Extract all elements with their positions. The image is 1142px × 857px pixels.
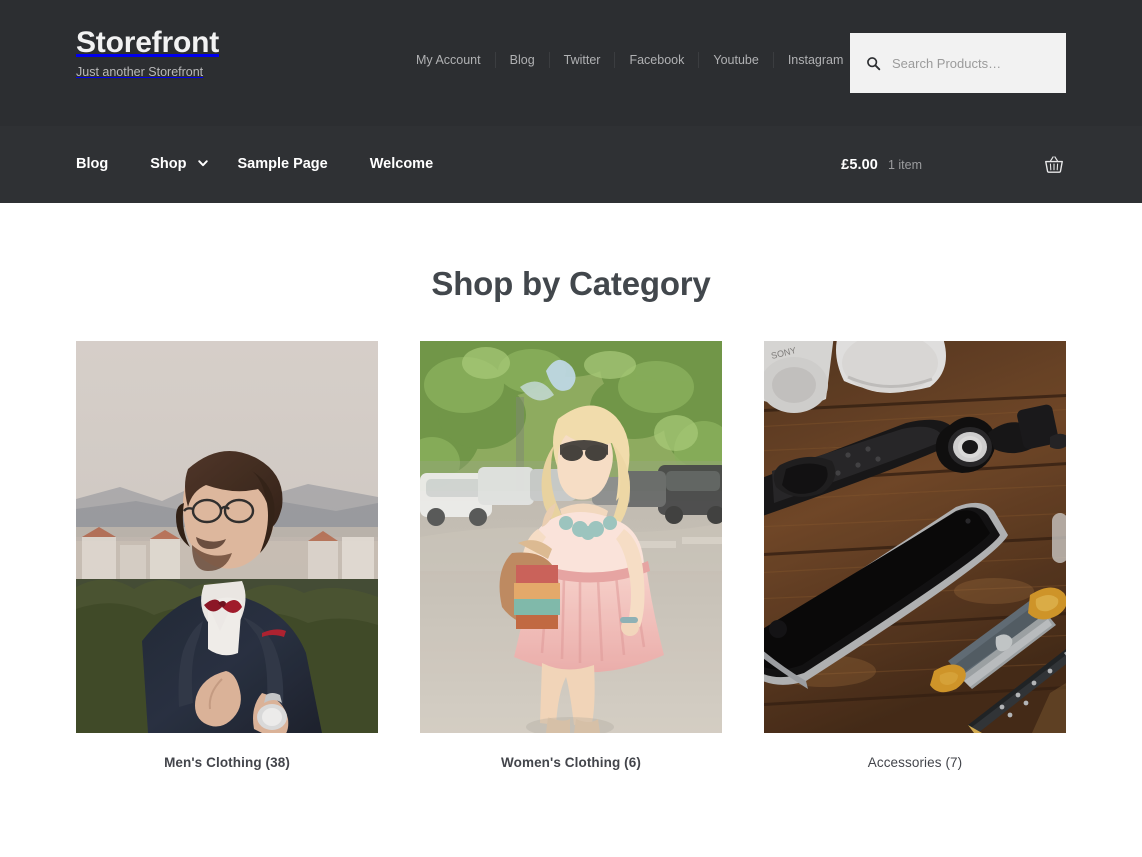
basket-icon[interactable] [1042,153,1066,177]
secondary-nav-item-blog[interactable]: Blog [494,52,549,68]
category-thumbnail-accessories: SONY [764,341,1066,733]
search-icon[interactable] [864,54,882,72]
menu-item-shop[interactable]: Shop [129,126,216,203]
secondary-nav-item-twitter[interactable]: Twitter [548,52,615,68]
page-title: Shop by Category [431,265,711,302]
secondary-navigation: My Account Blog Twitter Facebook Youtube… [416,52,857,68]
menu-link-sample-page[interactable]: Sample Page [216,126,348,203]
category-card-womens-clothing[interactable]: Women's Clothing (6) [420,341,722,770]
category-title-womens-clothing: Women's Clothing (6) [501,755,641,770]
site-branding[interactable]: Storefront Just another Storefront [76,26,219,79]
category-title-accessories: Accessories (7) [867,755,963,770]
cart-amount: £5.00 [841,156,878,173]
category-card-accessories[interactable]: SONY Accessories (7) [764,341,1066,770]
search-input[interactable] [888,55,1072,71]
menu-item-sample-page[interactable]: Sample Page [216,126,348,203]
site-tagline: Just another Storefront [76,64,204,79]
secondary-nav-item-my-account[interactable]: My Account [416,52,495,68]
site-title: Storefront [76,26,219,59]
cart-item-count: 1 item [887,157,922,172]
primary-menu: Blog Shop Sample Page Welcome [76,126,454,203]
category-title-mens-clothing: Men's Clothing (38) [164,755,290,770]
product-category-grid: Men's Clothing (38) Women's Clothing (6)… [76,341,1066,770]
site-header: Storefront Just another Storefront My Ac… [0,0,1142,126]
menu-link-welcome[interactable]: Welcome [349,126,454,203]
category-thumbnail-mens-clothing [76,341,378,733]
main-content: Shop by Category Men's Clothing (38) Wom… [0,203,1142,770]
menu-link-blog[interactable]: Blog [76,126,129,203]
cart-contents[interactable]: £5.00 1 item [841,126,1066,203]
category-thumbnail-womens-clothing [420,341,722,733]
menu-link-shop[interactable]: Shop [129,126,194,203]
chevron-down-icon[interactable] [196,156,210,170]
primary-navigation-inner: Blog Shop Sample Page Welcome £5.00 1 it… [76,126,1066,203]
primary-navigation-bar: Blog Shop Sample Page Welcome £5.00 1 it… [0,126,1142,203]
menu-item-welcome[interactable]: Welcome [349,126,454,203]
header-inner: Storefront Just another Storefront My Ac… [76,0,1072,126]
secondary-nav-item-facebook[interactable]: Facebook [614,52,698,68]
product-search-form [850,33,1072,93]
category-card-mens-clothing[interactable]: Men's Clothing (38) [76,341,378,770]
menu-item-blog[interactable]: Blog [76,126,129,203]
secondary-nav-item-instagram[interactable]: Instagram [772,52,858,68]
secondary-nav-item-youtube[interactable]: Youtube [698,52,772,68]
